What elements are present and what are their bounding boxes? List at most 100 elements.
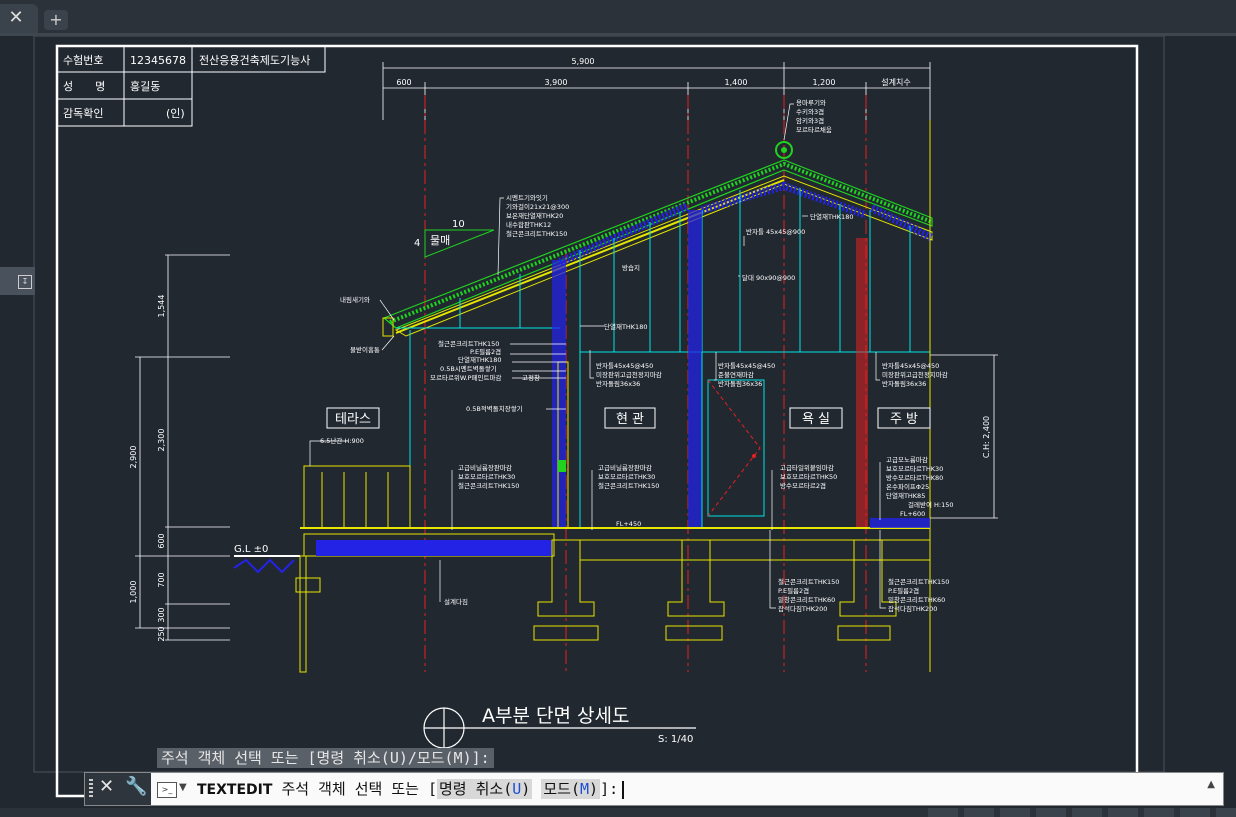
dim-bath: 1,400 xyxy=(725,78,748,87)
command-prompt-text: 주석 객체 선택 또는 [ xyxy=(281,780,437,798)
room-label-terrace: 테라스 xyxy=(335,412,371,427)
note-level-entry: FL+450 xyxy=(616,520,641,528)
dim-design-label: 설계치수 xyxy=(881,77,910,87)
room-label-bath: 욕 실 xyxy=(802,412,830,427)
command-keyword: TEXTEDIT xyxy=(197,782,273,798)
dim-total-width: 5,900 xyxy=(572,57,595,66)
walls xyxy=(409,120,931,672)
option-undo[interactable]: 명령 취소(U) xyxy=(437,779,533,799)
note-wall-6: 고정창 xyxy=(522,373,540,382)
note-attic-2: 반자틀 45x45@900 xyxy=(746,227,805,236)
note-floor-entry-3: 철근콘크리트THK150 xyxy=(598,481,659,490)
status-bar-toggles[interactable] xyxy=(928,808,1236,817)
note-floor-terrace-3: 철근콘크리트THK150 xyxy=(458,481,519,490)
note-ceiling-bath-1: 반자틀45x45@450 xyxy=(718,361,775,370)
tab-bar xyxy=(0,0,1236,34)
dim-roof-height: 1,544 xyxy=(157,295,166,318)
title-block-label-supervisor: 감독확인 xyxy=(63,107,103,120)
note-eave-1: 내림새기와 xyxy=(340,295,370,304)
note-ceiling-kitchen-2: 미장판위고급천정지마감 xyxy=(882,370,948,379)
note-foundation-kitchen-3: 밑창콘크리트THK60 xyxy=(888,595,945,604)
note-floor-entry-2: 보호모르타르THK30 xyxy=(598,472,655,481)
note-attic-3: 달대 90x90@900 xyxy=(742,274,795,282)
note-eave-2: 물받이홈통 xyxy=(350,345,380,354)
note-floor-bath-2: 보호모르타르THK50 xyxy=(780,472,837,481)
note-kitchen-3: 방수모르타르THK80 xyxy=(886,473,943,482)
annotation-leaders xyxy=(309,103,886,609)
note-roof-3: 보온재단열재THK20 xyxy=(506,211,563,220)
note-foundation-kitchen-2: P.E필름2겹 xyxy=(888,587,919,595)
top-dimension-lines xyxy=(382,62,931,120)
drawing-title: A부분 단면 상세도 S: 1/40 xyxy=(423,705,696,749)
note-floor-terrace-2: 보호모르타르THK30 xyxy=(458,472,515,481)
note-ceiling-kitchen-3: 반자돌림36x36 xyxy=(882,379,926,388)
chevron-down-icon[interactable]: ▼ xyxy=(179,782,187,793)
note-wall-7: 0.5B적벽돌치장쌓기 xyxy=(466,404,523,413)
note-attic-1: 방습지 xyxy=(622,263,640,272)
room-label-kitchen: 주 방 xyxy=(890,412,918,427)
dim-foundation: 700 xyxy=(157,572,166,587)
note-foundation-kitchen-4: 잡석다짐THK200 xyxy=(888,604,937,613)
side-panel-button[interactable]: ↧ xyxy=(0,267,35,295)
note-roof-4: 내수합판THK12 xyxy=(506,220,551,229)
note-ridge-1: 용마루기와 xyxy=(796,98,826,107)
note-wall-5: 모르타르위W.P페인트마감 xyxy=(430,373,501,382)
new-tab-button[interactable]: + xyxy=(44,10,68,30)
drawing-canvas[interactable]: 수험번호 12345678 전산응용건축제도기능사 성 명 홍길동 감독확인 (… xyxy=(0,36,1236,808)
close-tab-icon[interactable]: ✕ xyxy=(0,4,32,32)
chevron-up-icon[interactable]: ▲ xyxy=(1207,779,1215,790)
note-ceiling-kitchen-1: 반자틀45x45@450 xyxy=(882,361,939,370)
viewport-border xyxy=(33,36,1165,773)
drawing-title-text: A부분 단면 상세도 xyxy=(482,705,629,727)
note-ceiling-entry-2: 미장판위고급천정지마감 xyxy=(596,370,662,379)
note-floor-bath-3: 방수모르타르2겹 xyxy=(780,481,826,490)
option-mode[interactable]: 모드(M) xyxy=(541,779,601,799)
dynamic-input-tooltip: 주석 객체 선택 또는 [명령 취소(U)/모드(M)]: xyxy=(157,748,494,768)
note-wall-4: 0.5B시멘트벽돌쌓기 xyxy=(440,364,497,373)
note-roof-2: 기와걸이21x21@300 xyxy=(506,202,569,211)
note-floor-entry-1: 고급비닐륨장판마감 xyxy=(598,463,652,472)
dim-base: 250 xyxy=(157,626,166,641)
dim-kitchen: 1,200 xyxy=(813,78,836,87)
dim-footing-total: 1,000 xyxy=(129,581,138,604)
note-level-kitchen: FL+600 xyxy=(900,510,925,518)
note-attic-5: 단열재THK180 xyxy=(604,322,647,331)
floor-and-foundation xyxy=(233,465,931,673)
dim-entry: 3,900 xyxy=(545,78,568,87)
room-labels: 테라스 현 관 욕 실 주 방 xyxy=(326,407,931,429)
command-line-controls: ✕ 🔧 xyxy=(85,773,151,805)
command-input[interactable]: TEXTEDIT 주석 객체 선택 또는 [명령 취소(U) 모드(M)]: xyxy=(197,773,625,805)
grip-handle-icon[interactable] xyxy=(89,779,93,799)
ground-level-label: G.L ±0 xyxy=(234,544,268,555)
title-block-exam-number: 12345678 xyxy=(130,54,186,67)
note-kitchen-2: 보호모르타르THK30 xyxy=(886,464,943,473)
customize-wrench-icon[interactable]: 🔧 xyxy=(125,776,147,797)
slope-run: 10 xyxy=(452,219,465,230)
note-ridge-2: 수키와3겹 xyxy=(796,107,824,116)
title-block-exam-name: 전산응용건축제도기능사 xyxy=(199,54,310,67)
slope-rise: 4 xyxy=(414,238,420,249)
note-kitchen-1: 고급모노륨마감 xyxy=(886,455,928,464)
title-block-seal: (인) xyxy=(166,107,185,120)
command-line[interactable]: ✕ 🔧 >_ ▼ TEXTEDIT 주석 객체 선택 또는 [명령 취소(U) … xyxy=(84,772,1224,806)
note-kitchen-5: 단열재THK85 xyxy=(886,491,925,500)
note-foundation-bath-1: 철근콘크리트THK150 xyxy=(778,577,839,586)
dim-floor-lift: 600 xyxy=(157,533,166,548)
title-block-candidate-name: 홍길동 xyxy=(130,79,160,93)
dim-ceiling-height: C.H: 2,400 xyxy=(982,416,991,458)
dim-footing: 300 xyxy=(157,607,166,622)
note-terrace-compaction: 설계다짐 xyxy=(444,597,468,606)
note-foundation-kitchen-1: 철근콘크리트THK150 xyxy=(888,577,949,586)
dim-wall-height: 2,300 xyxy=(157,429,166,452)
note-wall-2: P.E필름2겹 xyxy=(470,348,501,356)
note-foundation-bath-4: 잡석다짐THK200 xyxy=(778,604,827,613)
close-icon[interactable]: ✕ xyxy=(99,776,114,797)
note-ceiling-bath-3: 반자돌림36x36 xyxy=(718,379,762,388)
note-foundation-bath-2: P.E필름2겹 xyxy=(778,587,809,595)
command-prompt-icon[interactable]: >_ xyxy=(157,782,177,798)
note-ceiling-entry-1: 반자틀45x45@450 xyxy=(596,361,653,370)
title-block-label-id: 수험번호 xyxy=(63,54,103,67)
drawing-scale: S: 1/40 xyxy=(658,734,693,745)
note-ceiling-entry-3: 반자돌림36x36 xyxy=(596,379,640,388)
note-floor-terrace-1: 고급비닐륨장판마감 xyxy=(458,463,512,472)
